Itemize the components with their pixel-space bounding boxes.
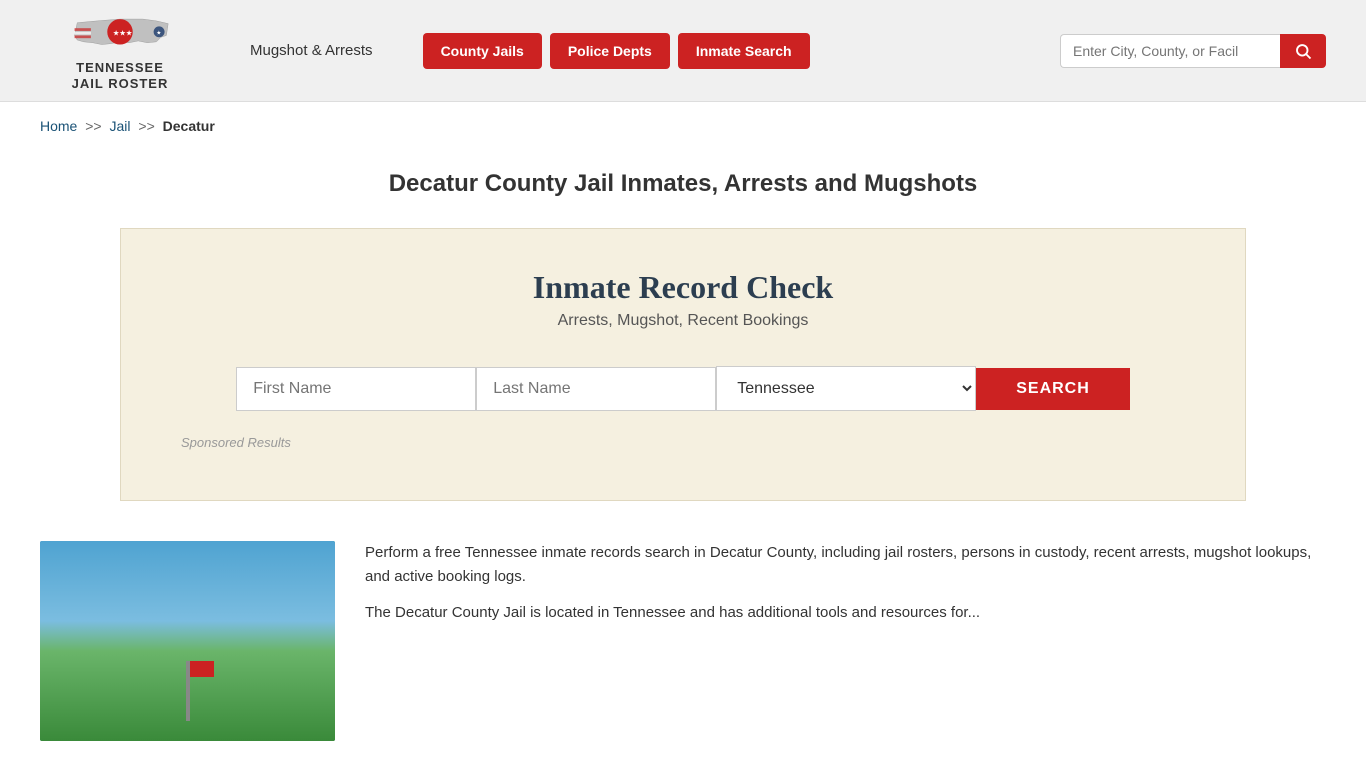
state-select[interactable]: Tennessee Alabama Alaska Arizona Arkansa… [716, 366, 976, 411]
record-check-subtitle: Arrests, Mugshot, Recent Bookings [181, 312, 1185, 330]
header-search-input[interactable] [1060, 34, 1280, 68]
search-icon [1294, 42, 1312, 60]
header-search-button[interactable] [1280, 34, 1326, 68]
county-image [40, 541, 335, 741]
breadcrumb-jail[interactable]: Jail [110, 118, 131, 134]
record-check-section: Inmate Record Check Arrests, Mugshot, Re… [120, 228, 1246, 501]
nav-buttons: County Jails Police Depts Inmate Search [423, 33, 810, 69]
bottom-description: Perform a free Tennessee inmate records … [365, 541, 1326, 637]
breadcrumb-sep2: >> [138, 118, 154, 134]
breadcrumb-home[interactable]: Home [40, 118, 77, 134]
breadcrumb: Home >> Jail >> Decatur [0, 102, 1366, 150]
logo-text: TENNESSEE JAIL ROSTER [72, 60, 169, 91]
breadcrumb-current: Decatur [163, 118, 215, 134]
description-paragraph-2: The Decatur County Jail is located in Te… [365, 601, 1326, 625]
inmate-search-button-form[interactable]: SEARCH [976, 368, 1130, 410]
svg-text:★★★: ★★★ [113, 28, 133, 37]
page-title: Decatur County Jail Inmates, Arrests and… [0, 150, 1366, 228]
breadcrumb-sep1: >> [85, 118, 101, 134]
inmate-search-button[interactable]: Inmate Search [678, 33, 810, 69]
inmate-search-form: Tennessee Alabama Alaska Arizona Arkansa… [181, 366, 1185, 411]
header-search-area [1060, 34, 1326, 68]
svg-text:★: ★ [156, 31, 161, 37]
logo-map-icon: ★★★ ★ [65, 10, 175, 60]
record-check-title: Inmate Record Check [181, 269, 1185, 306]
bottom-content: Perform a free Tennessee inmate records … [0, 541, 1366, 781]
police-depts-button[interactable]: Police Depts [550, 33, 670, 69]
county-jails-button[interactable]: County Jails [423, 33, 542, 69]
last-name-input[interactable] [476, 367, 716, 411]
sponsored-label: Sponsored Results [181, 435, 1185, 450]
flag-icon [186, 661, 190, 721]
mugshot-arrests-link[interactable]: Mugshot & Arrests [250, 42, 373, 59]
first-name-input[interactable] [236, 367, 476, 411]
description-paragraph-1: Perform a free Tennessee inmate records … [365, 541, 1326, 589]
header: ★★★ ★ TENNESSEE JAIL ROSTER Mugshot & Ar… [0, 0, 1366, 102]
logo[interactable]: ★★★ ★ TENNESSEE JAIL ROSTER [40, 10, 200, 91]
